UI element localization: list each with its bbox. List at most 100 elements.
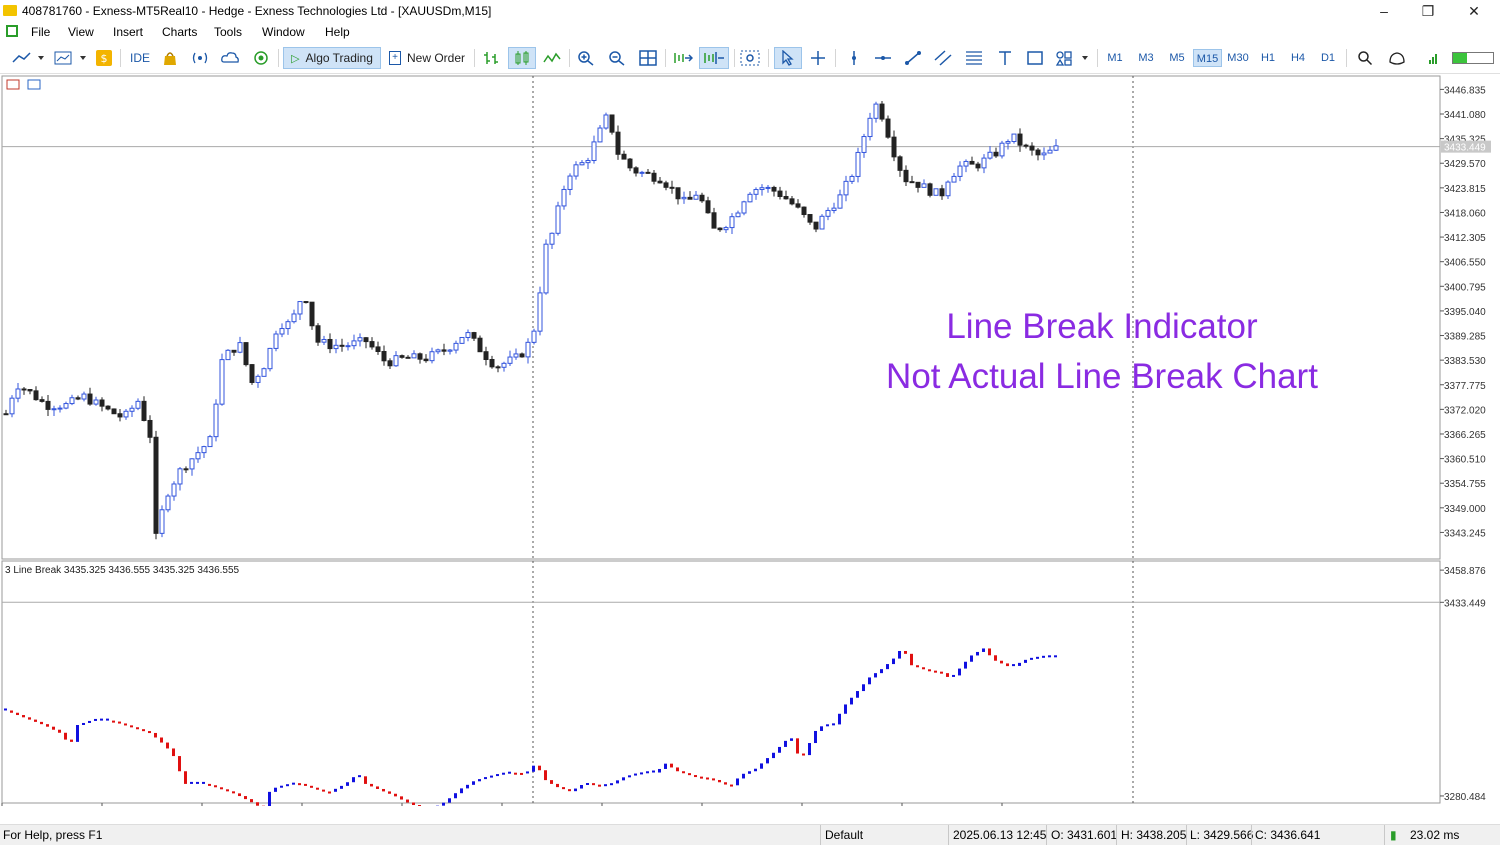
zoom-in-icon[interactable] xyxy=(575,47,597,69)
signals-icon[interactable] xyxy=(190,47,210,69)
line-break-up-block xyxy=(646,771,649,773)
vertical-line-icon[interactable] xyxy=(843,47,865,69)
line-break-up-block xyxy=(490,776,493,778)
chart-shift-icon[interactable] xyxy=(699,47,729,69)
candle-bull xyxy=(10,398,14,414)
toolbar-separator xyxy=(835,49,836,67)
fibonacci-icon[interactable] xyxy=(963,47,985,69)
line-break-down-block xyxy=(388,791,391,793)
auto-scroll-icon[interactable] xyxy=(672,47,694,69)
current-price-label: 3433.449 xyxy=(1444,143,1486,154)
line-break-down-block xyxy=(1000,661,1003,664)
search-icon[interactable] xyxy=(1354,47,1376,69)
status-bar: For Help, press F1 Default 2025.06.13 12… xyxy=(0,824,1500,845)
timeframe-m5[interactable]: M5 xyxy=(1163,49,1191,67)
new-chart-icon[interactable] xyxy=(52,47,88,69)
chart-type-icon[interactable] xyxy=(10,47,46,69)
chart-background xyxy=(0,74,1500,806)
community-icon[interactable] xyxy=(251,47,271,69)
menu-insert[interactable]: Insert xyxy=(113,25,143,39)
candle-bull xyxy=(730,217,734,228)
candle-bull xyxy=(604,115,608,128)
line-break-up-block xyxy=(664,764,667,769)
objects-menu-icon[interactable] xyxy=(1054,47,1090,69)
timeframe-m15[interactable]: M15 xyxy=(1193,49,1222,67)
horizontal-line-icon[interactable] xyxy=(872,47,894,69)
candle-bear xyxy=(634,168,638,173)
line-break-up-block xyxy=(1012,664,1015,666)
timeframe-d1[interactable]: D1 xyxy=(1316,49,1340,67)
timeframe-m1[interactable]: M1 xyxy=(1102,49,1128,67)
title-bar: 408781760 - Exness-MT5Real10 - Hedge - E… xyxy=(0,0,1500,22)
crosshair-icon[interactable] xyxy=(807,47,829,69)
line-break-down-block xyxy=(712,778,715,780)
minimize-icon[interactable]: – xyxy=(1369,2,1399,20)
zoom-out-icon[interactable] xyxy=(606,47,628,69)
chart-window[interactable]: 3446.8353441.0803435.3253429.5703423.815… xyxy=(0,74,1500,806)
line-break-up-block xyxy=(742,774,745,779)
candle-bear xyxy=(976,164,980,168)
menu-file[interactable]: File xyxy=(31,25,50,39)
line-break-up-block xyxy=(292,783,295,785)
timeframe-m3[interactable]: M3 xyxy=(1132,49,1160,67)
line-break-down-block xyxy=(142,729,145,731)
equidistant-channel-icon[interactable] xyxy=(932,47,954,69)
status-profile[interactable]: Default xyxy=(825,828,863,842)
line-break-down-block xyxy=(730,785,733,787)
status-divider xyxy=(1186,825,1187,845)
restore-icon[interactable]: ❐ xyxy=(1413,2,1443,20)
tile-windows-icon[interactable] xyxy=(637,47,659,69)
menu-view[interactable]: View xyxy=(68,25,94,39)
menu-help[interactable]: Help xyxy=(325,25,350,39)
menu-bar: File View Insert Charts Tools Window Hel… xyxy=(0,22,1500,43)
line-break-up-block xyxy=(1042,656,1045,658)
line-break-up-block xyxy=(826,724,829,726)
timeframe-h4[interactable]: H4 xyxy=(1286,49,1310,67)
candle-bear xyxy=(328,339,332,348)
trend-line-icon[interactable] xyxy=(902,47,924,69)
line-break-down-block xyxy=(310,786,313,788)
new-order-button[interactable]: +New Order xyxy=(386,47,468,69)
notifications-icon[interactable] xyxy=(1386,47,1408,69)
vps-cloud-icon[interactable] xyxy=(219,47,241,69)
candle-bear xyxy=(478,338,482,351)
dollar-icon[interactable]: $ xyxy=(94,47,114,69)
line-break-up-block xyxy=(736,778,739,785)
candle-bull xyxy=(358,338,362,341)
line-break-up-block xyxy=(1024,660,1027,663)
candle-bear xyxy=(1036,150,1040,155)
timeframe-h1[interactable]: H1 xyxy=(1256,49,1280,67)
screenshot-icon[interactable] xyxy=(739,47,761,69)
candlestick-chart-icon[interactable] xyxy=(508,47,536,69)
line-break-up-block xyxy=(952,675,955,677)
line-break-down-block xyxy=(910,654,913,665)
price-axis-label: 3406.550 xyxy=(1444,258,1486,269)
market-bag-icon[interactable] xyxy=(160,47,180,69)
close-icon[interactable]: ✕ xyxy=(1459,2,1489,20)
line-break-up-block xyxy=(628,775,631,777)
candle-bear xyxy=(244,343,248,365)
candle-bear xyxy=(370,342,374,347)
status-divider xyxy=(1384,825,1385,845)
cursor-icon[interactable] xyxy=(774,47,802,69)
timeframe-m30[interactable]: M30 xyxy=(1224,49,1252,67)
candle-bear xyxy=(484,352,488,360)
mt5-logo-icon xyxy=(6,25,18,37)
line-break-down-block xyxy=(232,791,235,793)
menu-tools[interactable]: Tools xyxy=(214,25,242,39)
menu-charts[interactable]: Charts xyxy=(162,25,197,39)
candle-bull xyxy=(322,339,326,342)
candle-bear xyxy=(100,400,104,406)
text-tool-icon[interactable] xyxy=(994,47,1016,69)
price-axis-label: 3366.265 xyxy=(1444,430,1486,441)
bar-chart-icon[interactable] xyxy=(480,47,502,69)
menu-window[interactable]: Window xyxy=(262,25,305,39)
line-break-down-block xyxy=(922,667,925,669)
ide-button[interactable]: IDE xyxy=(127,47,153,69)
shapes-icon[interactable] xyxy=(1024,47,1046,69)
price-axis-label: 3395.040 xyxy=(1444,307,1486,318)
algo-trading-button[interactable]: ▷Algo Trading xyxy=(283,47,381,69)
candle-bull xyxy=(1006,142,1010,144)
line-chart-icon[interactable] xyxy=(541,47,563,69)
candle-bear xyxy=(388,361,392,366)
